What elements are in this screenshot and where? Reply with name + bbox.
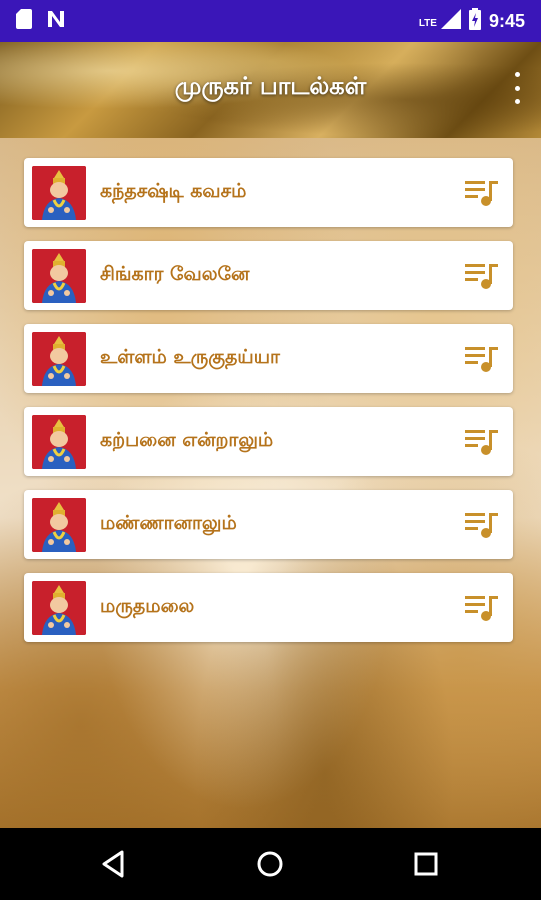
song-list-item[interactable]: கற்பனை என்றாலும்	[24, 407, 513, 476]
signal-icon	[440, 9, 461, 33]
home-icon[interactable]	[252, 846, 288, 882]
song-list-item[interactable]: கந்தசஷ்டி கவசம்	[24, 158, 513, 227]
status-time: 9:45	[488, 10, 525, 31]
song-title: கற்பனை என்றாலும்	[100, 429, 274, 451]
battery-charging-icon	[468, 8, 481, 34]
song-thumbnail	[32, 497, 86, 552]
back-icon[interactable]	[96, 846, 132, 882]
playlist-music-icon[interactable]	[465, 261, 499, 291]
playlist-music-icon[interactable]	[465, 593, 499, 623]
playlist-music-icon[interactable]	[465, 427, 499, 457]
song-thumbnail	[32, 248, 86, 303]
song-list-item[interactable]: சிங்கார வேலனே	[24, 241, 513, 310]
song-thumbnail	[32, 580, 86, 635]
song-thumbnail	[32, 414, 86, 469]
recents-icon[interactable]	[408, 846, 444, 882]
song-title: உள்ளம் உருகுதய்யா	[100, 346, 280, 368]
sd-card-icon	[16, 9, 32, 33]
playlist-music-icon[interactable]	[465, 510, 499, 540]
song-list-item[interactable]: உள்ளம் உருகுதய்யா	[24, 324, 513, 393]
song-list: கந்தசஷ்டி கவசம் சிங்கார வேலனே உள்ளம் உருகு…	[24, 158, 513, 656]
more-vert-icon[interactable]	[507, 68, 527, 108]
app-bar: முருகர் பாடல்கள்	[0, 42, 541, 138]
song-title: மருதமலை	[100, 595, 195, 617]
network-type-label: LTE	[418, 18, 437, 29]
song-list-screen: கந்தசஷ்டி கவசம் சிங்கார வேலனே உள்ளம் உருகு…	[0, 138, 541, 828]
app-title: முருகர் பாடல்கள்	[174, 72, 367, 100]
song-title: சிங்கார வேலனே	[100, 263, 250, 285]
navigation-bar	[0, 828, 541, 900]
n-notification-icon	[46, 9, 66, 33]
song-title: கந்தசஷ்டி கவசம்	[100, 180, 247, 202]
song-list-item[interactable]: மருதமலை	[24, 573, 513, 642]
status-bar: LTE 9:45	[0, 0, 541, 42]
song-list-item[interactable]: மண்ணானாலும்	[24, 490, 513, 559]
song-thumbnail	[32, 165, 86, 220]
playlist-music-icon[interactable]	[465, 344, 499, 374]
playlist-music-icon[interactable]	[465, 178, 499, 208]
song-title: மண்ணானாலும்	[100, 512, 237, 534]
song-thumbnail	[32, 331, 86, 386]
